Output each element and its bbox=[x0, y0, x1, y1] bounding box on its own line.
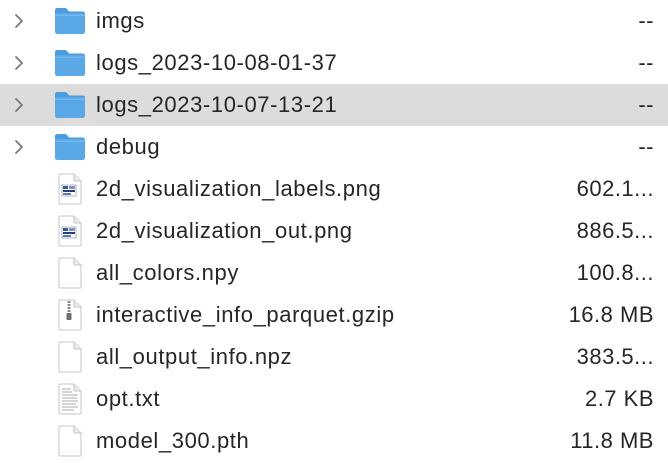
file-list: imgs -- logs_2023-10-08-01-37 -- logs_20… bbox=[0, 0, 668, 464]
file-row[interactable]: logs_2023-10-08-01-37 -- bbox=[0, 42, 668, 84]
document-icon bbox=[52, 423, 88, 459]
file-size: -- bbox=[638, 92, 654, 117]
file-row-selected[interactable]: logs_2023-10-07-13-21 -- bbox=[0, 84, 668, 126]
file-name: all_colors.npy bbox=[96, 260, 239, 285]
file-name: 2d_visualization_labels.png bbox=[96, 176, 382, 201]
file-size: 11.8 MB bbox=[570, 428, 654, 453]
folder-icon bbox=[52, 129, 88, 165]
file-size: 602.1... bbox=[576, 176, 654, 201]
file-row[interactable]: 2d_visualization_out.png 886.5... bbox=[0, 210, 668, 252]
file-name: model_300.pth bbox=[96, 428, 250, 453]
chevron-right-icon[interactable] bbox=[10, 11, 28, 31]
file-row[interactable]: imgs -- bbox=[0, 0, 668, 42]
text-file-icon bbox=[52, 381, 88, 417]
file-row[interactable]: debug -- bbox=[0, 126, 668, 168]
file-name: logs_2023-10-07-13-21 bbox=[96, 92, 338, 117]
file-name: interactive_info_parquet.gzip bbox=[96, 302, 395, 327]
file-size: 886.5... bbox=[576, 218, 654, 243]
file-size: 383.5... bbox=[576, 344, 654, 369]
file-name: debug bbox=[96, 134, 161, 159]
file-name: imgs bbox=[96, 8, 145, 33]
file-size: 16.8 MB bbox=[568, 302, 654, 327]
document-icon bbox=[52, 339, 88, 375]
folder-icon bbox=[52, 45, 88, 81]
file-row[interactable]: model_300.pth 11.8 MB bbox=[0, 420, 668, 462]
chevron-right-icon[interactable] bbox=[10, 95, 28, 115]
file-name: opt.txt bbox=[96, 386, 161, 411]
file-row[interactable]: opt.txt 2.7 KB bbox=[0, 378, 668, 420]
file-name: 2d_visualization_out.png bbox=[96, 218, 353, 243]
image-file-icon bbox=[52, 213, 88, 249]
file-size: -- bbox=[638, 134, 654, 159]
file-row[interactable]: all_colors.npy 100.8... bbox=[0, 252, 668, 294]
file-name: all_output_info.npz bbox=[96, 344, 293, 369]
file-size: 100.8... bbox=[576, 260, 654, 285]
file-name: logs_2023-10-08-01-37 bbox=[96, 50, 338, 75]
file-size: -- bbox=[638, 50, 654, 75]
chevron-right-icon[interactable] bbox=[10, 137, 28, 157]
file-row[interactable]: interactive_info_parquet.gzip 16.8 MB bbox=[0, 294, 668, 336]
archive-file-icon bbox=[52, 297, 88, 333]
folder-icon bbox=[52, 87, 88, 123]
document-icon bbox=[52, 255, 88, 291]
chevron-right-icon[interactable] bbox=[10, 53, 28, 73]
file-size: 2.7 KB bbox=[584, 386, 654, 411]
file-row[interactable]: all_output_info.npz 383.5... bbox=[0, 336, 668, 378]
folder-icon bbox=[52, 3, 88, 39]
file-row[interactable]: 2d_visualization_labels.png 602.1... bbox=[0, 168, 668, 210]
image-file-icon bbox=[52, 171, 88, 207]
file-size: -- bbox=[638, 8, 654, 33]
